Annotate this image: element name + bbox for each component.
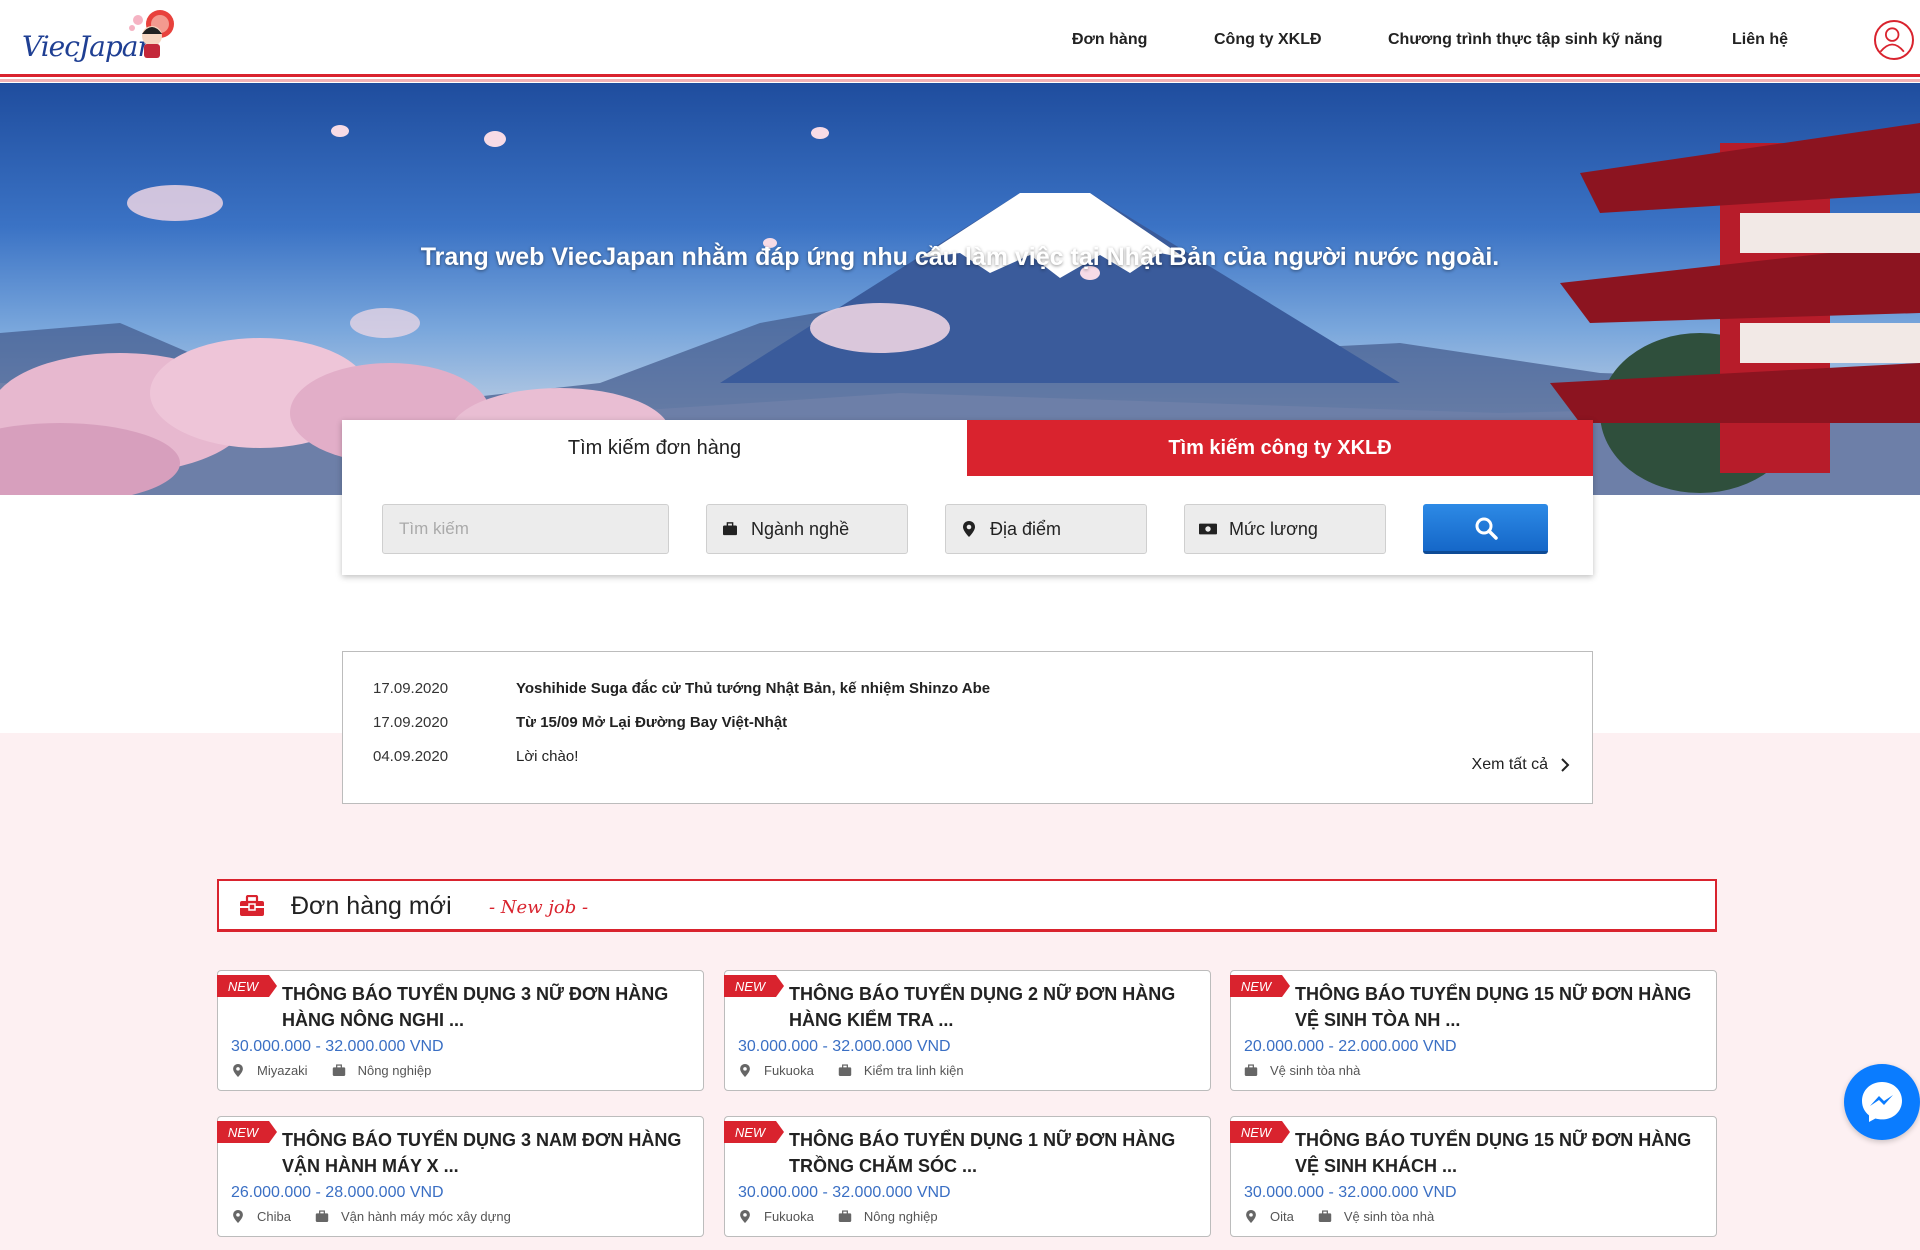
job-meta: Chiba Vận hành máy móc xây dựng <box>231 1209 511 1224</box>
news-date: 17.09.2020 <box>373 714 449 731</box>
industry-dropdown[interactable]: Ngành nghề <box>706 504 908 554</box>
job-location: Fukuoka <box>764 1063 814 1078</box>
new-badge: NEW <box>724 1121 784 1143</box>
briefcase-icon <box>838 1210 852 1224</box>
toolbox-icon <box>240 895 264 916</box>
nav-intern-program[interactable]: Chương trình thực tập sinh kỹ năng <box>1388 31 1663 49</box>
job-title[interactable]: THÔNG BÁO TUYỂN DỤNG 1 NỮ ĐƠN HÀNG TRỒNG… <box>789 1127 1199 1179</box>
site-header: ViecJapan Đơn hàng Công ty XKLĐ Chương t… <box>0 0 1920 82</box>
news-title[interactable]: Lời chào! <box>516 748 578 765</box>
chevron-right-icon <box>1561 758 1570 772</box>
mascot-icon <box>129 10 174 58</box>
money-icon <box>1199 520 1217 538</box>
search-button[interactable] <box>1423 504 1548 554</box>
job-meta: Oita Vệ sinh tòa nhà <box>1244 1209 1434 1224</box>
job-salary: 20.000.000 - 22.000.000 VND <box>1244 1038 1457 1055</box>
briefcase-icon <box>838 1064 852 1078</box>
nav-contact[interactable]: Liên hệ <box>1732 31 1788 49</box>
job-industry: Vận hành máy móc xây dựng <box>340 1209 511 1224</box>
location-pin-icon <box>738 1064 752 1078</box>
salary-label: Mức lương <box>1229 518 1318 539</box>
section-subtitle: - New job - <box>489 897 589 918</box>
job-card[interactable]: NEW THÔNG BÁO TUYỂN DỤNG 1 NỮ ĐƠN HÀNG T… <box>724 1116 1211 1237</box>
location-dropdown[interactable]: Địa điểm <box>945 504 1147 554</box>
job-card[interactable]: NEW THÔNG BÁO TUYỂN DỤNG 3 NAM ĐƠN HÀNG … <box>217 1116 704 1237</box>
job-salary: 30.000.000 - 32.000.000 VND <box>1244 1184 1457 1201</box>
job-location: Miyazaki <box>257 1063 308 1078</box>
new-badge: NEW <box>217 975 277 997</box>
location-pin-icon <box>231 1064 245 1078</box>
search-panel: Tìm kiếm đơn hàng Tìm kiếm công ty XKLĐ … <box>342 420 1593 575</box>
job-meta: Miyazaki Nông nghiệp <box>231 1063 431 1078</box>
user-icon[interactable] <box>1874 20 1914 60</box>
tab-search-companies[interactable]: Tìm kiếm công ty XKLĐ <box>967 420 1593 476</box>
job-meta: Fukuoka Nông nghiệp <box>738 1209 938 1224</box>
briefcase-icon <box>1244 1064 1258 1078</box>
job-card[interactable]: NEW THÔNG BÁO TUYỂN DỤNG 3 NỮ ĐƠN HÀNG H… <box>217 970 704 1091</box>
hero-headline: Trang web ViecJapan nhằm đáp ứng nhu cầu… <box>420 243 1500 271</box>
new-badge: NEW <box>1230 1121 1290 1143</box>
search-input[interactable] <box>382 504 669 554</box>
view-all-label: Xem tất cả <box>1471 756 1548 773</box>
job-title[interactable]: THÔNG BÁO TUYỂN DỤNG 3 NAM ĐƠN HÀNG VẬN … <box>282 1127 692 1179</box>
job-card[interactable]: NEW THÔNG BÁO TUYỂN DỤNG 15 NỮ ĐƠN HÀNG … <box>1230 970 1717 1091</box>
job-meta: Vệ sinh tòa nhà <box>1244 1063 1360 1078</box>
briefcase-icon <box>1318 1210 1332 1224</box>
briefcase-icon <box>332 1064 346 1078</box>
location-pin-icon <box>231 1210 245 1224</box>
job-salary: 30.000.000 - 32.000.000 VND <box>231 1038 444 1055</box>
briefcase-icon <box>315 1210 329 1224</box>
job-industry: Kiểm tra linh kiện <box>863 1063 964 1078</box>
job-location: Oita <box>1270 1209 1294 1224</box>
news-item[interactable]: 17.09.2020 Từ 15/09 Mở Lại Đường Bay Việ… <box>373 714 787 731</box>
location-pin-icon <box>960 520 978 538</box>
search-icon <box>1475 517 1498 540</box>
new-badge: NEW <box>217 1121 277 1143</box>
messenger-chat-button[interactable] <box>1844 1064 1920 1140</box>
job-title[interactable]: THÔNG BÁO TUYỂN DỤNG 15 NỮ ĐƠN HÀNG VỆ S… <box>1295 981 1705 1033</box>
job-title[interactable]: THÔNG BÁO TUYỂN DỤNG 3 NỮ ĐƠN HÀNG HÀNG … <box>282 981 692 1033</box>
nav-orders[interactable]: Đơn hàng <box>1072 31 1147 49</box>
industry-label: Ngành nghề <box>751 518 850 539</box>
new-badge: NEW <box>724 975 784 997</box>
job-card[interactable]: NEW THÔNG BÁO TUYỂN DỤNG 2 NỮ ĐƠN HÀNG H… <box>724 970 1211 1091</box>
job-industry: Vệ sinh tòa nhà <box>1343 1209 1435 1224</box>
news-title[interactable]: Từ 15/09 Mở Lại Đường Bay Việt-Nhật <box>516 714 787 731</box>
job-title[interactable]: THÔNG BÁO TUYỂN DỤNG 2 NỮ ĐƠN HÀNG HÀNG … <box>789 981 1199 1033</box>
job-title[interactable]: THÔNG BÁO TUYỂN DỤNG 15 NỮ ĐƠN HÀNG VỆ S… <box>1295 1127 1705 1179</box>
tab-search-orders[interactable]: Tìm kiếm đơn hàng <box>342 420 967 476</box>
news-date: 04.09.2020 <box>373 748 449 765</box>
job-location: Chiba <box>257 1209 291 1224</box>
location-pin-icon <box>738 1210 752 1224</box>
job-location: Fukuoka <box>764 1209 814 1224</box>
job-industry: Vệ sinh tòa nhà <box>1270 1063 1361 1078</box>
location-pin-icon <box>1244 1210 1258 1224</box>
view-all-link[interactable]: Xem tất cả <box>1472 756 1570 774</box>
messenger-icon <box>1862 1082 1902 1122</box>
news-item[interactable]: 17.09.2020 Yoshihide Suga đắc cử Thủ tướ… <box>373 680 990 697</box>
site-logo[interactable]: ViecJapan <box>20 6 180 70</box>
job-industry: Nông nghiệp <box>863 1209 938 1224</box>
job-card[interactable]: NEW THÔNG BÁO TUYỂN DỤNG 15 NỮ ĐƠN HÀNG … <box>1230 1116 1717 1237</box>
briefcase-icon <box>721 520 739 538</box>
nav-companies[interactable]: Công ty XKLĐ <box>1214 31 1322 49</box>
salary-dropdown[interactable]: Mức lương <box>1184 504 1386 554</box>
job-salary: 26.000.000 - 28.000.000 VND <box>231 1184 444 1201</box>
new-jobs-header: Đơn hàng mới - New job - <box>217 879 1717 932</box>
section-title: Đơn hàng mới <box>291 892 452 920</box>
job-salary: 30.000.000 - 32.000.000 VND <box>738 1038 951 1055</box>
news-date: 17.09.2020 <box>373 680 449 697</box>
job-meta: Fukuoka Kiểm tra linh kiện <box>738 1063 964 1078</box>
job-salary: 30.000.000 - 32.000.000 VND <box>738 1184 951 1201</box>
news-title[interactable]: Yoshihide Suga đắc cử Thủ tướng Nhật Bản… <box>516 680 990 697</box>
new-badge: NEW <box>1230 975 1290 997</box>
news-item[interactable]: 04.09.2020 Lời chào! <box>373 748 578 765</box>
job-industry: Nông nghiệp <box>357 1063 432 1078</box>
news-panel: 17.09.2020 Yoshihide Suga đắc cử Thủ tướ… <box>342 651 1593 804</box>
location-label: Địa điểm <box>990 518 1062 539</box>
